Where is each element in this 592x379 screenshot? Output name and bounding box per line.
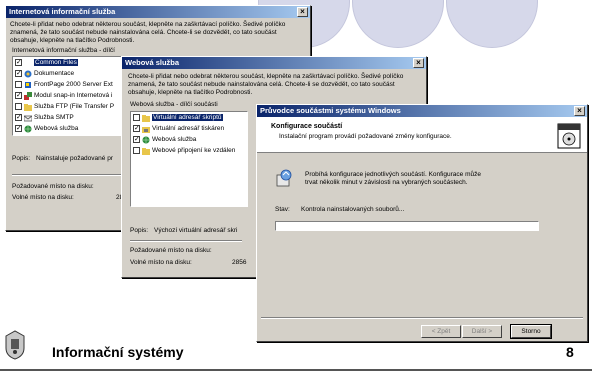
list-item[interactable]: Virtuální adresář skriptů (131, 112, 247, 123)
cancel-button[interactable]: Storno (510, 324, 552, 339)
dialog-title: Průvodce součástmi systému Windows (260, 106, 401, 115)
list-label: Internetová informační služba - dílčí (12, 47, 115, 54)
checkbox[interactable] (15, 81, 22, 88)
dialog-titlebar: Internetová informační služba × (6, 6, 310, 18)
dialog-title: Webová služba (125, 58, 180, 67)
required-space-label: Požadované místo na disku: (12, 183, 94, 190)
free-space-label: Volné místo na disku: (130, 259, 192, 266)
component-list[interactable]: Virtuální adresář skriptů ✓ Virtuální ad… (130, 111, 248, 207)
globe-icon (142, 136, 150, 144)
list-item-label: FrontPage 2000 Server Ext (34, 81, 113, 88)
diamond-icon (24, 58, 32, 67)
dialog-titlebar: Průvodce součástmi systému Windows × (257, 105, 587, 117)
list-item[interactable]: Služba FTP (File Transfer P (13, 101, 131, 112)
globe-icon (24, 125, 32, 133)
popis-label: Popis: (130, 227, 149, 234)
checkbox[interactable] (133, 147, 140, 154)
checkbox[interactable]: ✓ (15, 59, 22, 66)
checkbox[interactable]: ✓ (15, 70, 22, 77)
list-item[interactable]: ✓ Služba SMTP (13, 112, 131, 123)
popis-value: Výchozí virtuální adresář skri (154, 227, 238, 234)
mail-icon (23, 114, 33, 122)
list-item-label: Virtuální adresář skriptů (152, 114, 223, 121)
list-item-label: Webová služba (34, 125, 79, 132)
dialog-titlebar: Webová služba × (122, 57, 426, 69)
setup-box-icon (557, 121, 581, 149)
close-button[interactable]: × (297, 7, 308, 17)
checkbox[interactable]: ✓ (15, 125, 22, 132)
background-decoration-circle (352, 0, 444, 48)
dialog-title: Internetová informační služba (9, 7, 116, 16)
list-item-label: Služba FTP (File Transfer P (34, 103, 115, 110)
required-space-label: Požadované místo na disku: (130, 247, 212, 254)
list-item[interactable]: ✓ Webová služba (131, 134, 247, 145)
printer-folder-icon (142, 125, 150, 133)
list-item[interactable]: ✓ Virtuální adresář tiskáren (131, 123, 247, 134)
list-item[interactable]: ✓ Webová služba (13, 123, 131, 134)
list-item-label: Webová služba (152, 136, 197, 143)
background-decoration-circle (446, 0, 538, 48)
footer-line (0, 369, 592, 371)
list-item-label: Virtuální adresář tiskáren (152, 125, 225, 132)
divider (261, 317, 583, 319)
dialog-description: Chcete-li přidat nebo odebrat některou s… (10, 21, 286, 44)
page-number: 8 (566, 344, 574, 360)
configuring-icon (275, 169, 293, 187)
list-item-label: Webové připojení ke vzdálen (152, 147, 236, 154)
list-label: Webová služba - dílčí součásti (130, 101, 218, 108)
status-label: Stav: (275, 206, 290, 213)
list-item[interactable]: ✓ Modul snap-in Internetová i (13, 90, 131, 101)
folder-icon (142, 147, 150, 155)
free-space-label: Volné místo na disku: (12, 194, 74, 201)
wizard-header: Konfigurace součástí Instalační program … (257, 117, 587, 153)
folder-icon (142, 114, 150, 122)
components-wizard-dialog: Průvodce součástmi systému Windows × Kon… (256, 104, 588, 342)
slide-title: Informační systémy (52, 344, 184, 360)
checkbox[interactable]: ✓ (133, 125, 140, 132)
snapin-icon (24, 91, 32, 100)
list-item-label: Modul snap-in Internetová i (34, 92, 113, 99)
checkbox[interactable]: ✓ (15, 114, 22, 121)
progress-bar (275, 221, 539, 231)
close-button[interactable]: × (574, 106, 585, 116)
university-logo-icon (4, 330, 26, 360)
list-item-label: Common Files (34, 59, 78, 66)
popis-value: Nainstaluje požadované pr (36, 155, 113, 162)
divider (130, 240, 242, 242)
dialog-description: Chcete-li přidat nebo odebrat některou s… (128, 73, 404, 96)
help-globe-icon (24, 70, 32, 78)
component-list[interactable]: ✓ Common Files ✓ Dokumentace FrontPage 2… (12, 56, 132, 136)
divider (12, 174, 124, 176)
checkbox[interactable] (15, 103, 22, 110)
list-item-label: Dokumentace (34, 70, 75, 77)
list-item[interactable]: ✓ Dokumentace (13, 68, 131, 79)
checkbox[interactable]: ✓ (133, 136, 140, 143)
frontpage-icon (24, 81, 32, 89)
free-space-value: 2856 (232, 259, 247, 266)
list-item[interactable]: ✓ Common Files (13, 57, 131, 68)
list-item-label: Služba SMTP (34, 114, 74, 121)
folder-icon (24, 103, 32, 111)
checkbox[interactable]: ✓ (15, 92, 22, 99)
status-value: Kontrola nainstalovaných souborů... (301, 206, 405, 213)
popis-label: Popis: (12, 155, 31, 162)
back-button[interactable]: < Zpět (421, 325, 461, 338)
list-item[interactable]: FrontPage 2000 Server Ext (13, 79, 131, 90)
wizard-body-text: Probíhá konfigurace jednotlivých součást… (305, 171, 481, 186)
next-button[interactable]: Další > (462, 325, 502, 338)
checkbox[interactable] (133, 114, 140, 121)
list-item[interactable]: Webové připojení ke vzdálen (131, 145, 247, 156)
wizard-header-subtitle: Instalační program provádí požadované zm… (279, 133, 452, 140)
wizard-header-title: Konfigurace součástí (271, 123, 343, 130)
close-button[interactable]: × (413, 58, 424, 68)
